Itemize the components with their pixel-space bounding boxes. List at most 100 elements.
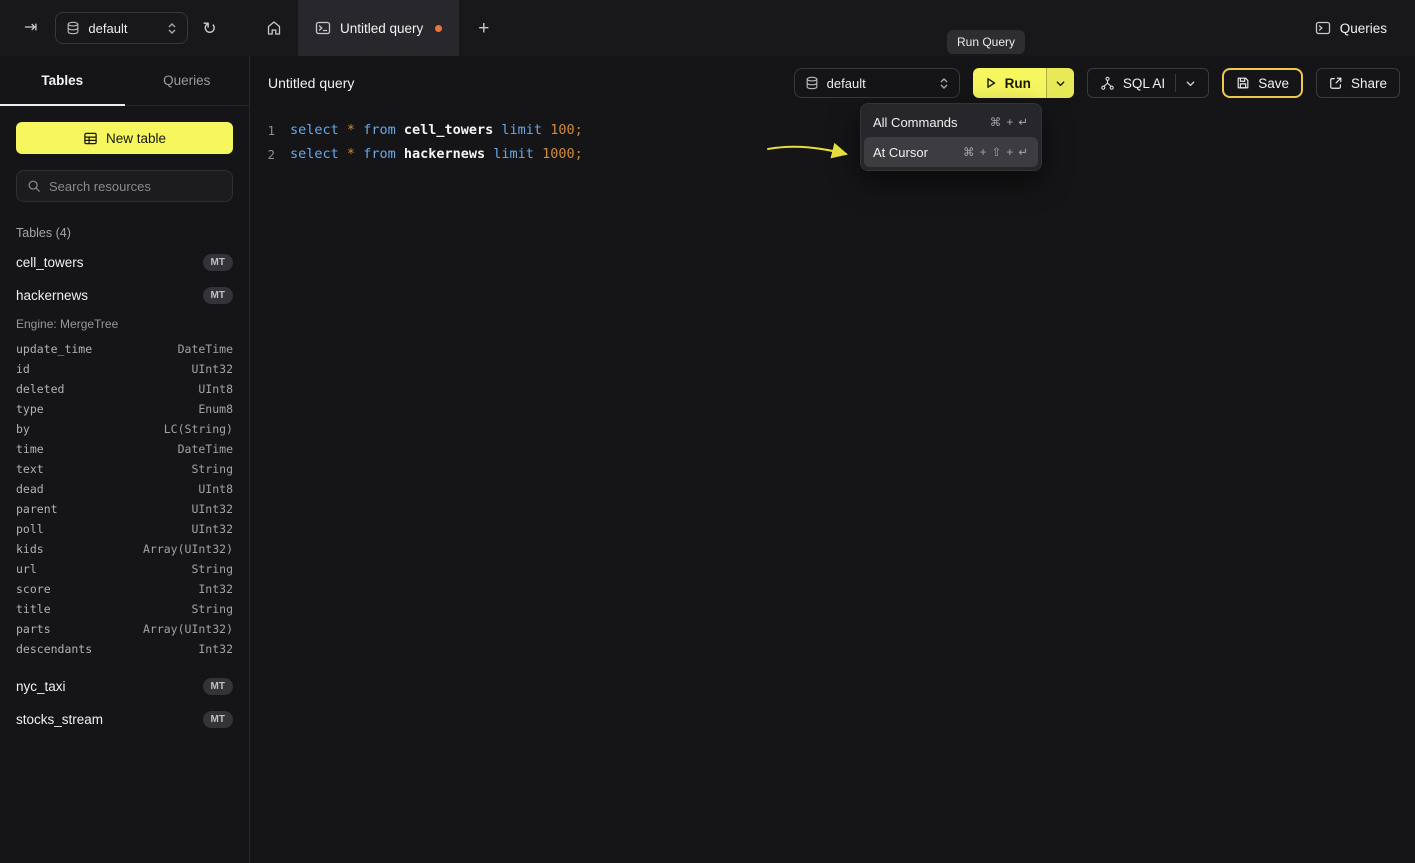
unsaved-dot <box>435 25 442 32</box>
column-type: Array(UInt32) <box>143 542 233 556</box>
column-name: deleted <box>16 382 64 396</box>
query-header: Untitled query default <box>250 56 1415 110</box>
tables-section-title: Tables (4) <box>16 226 233 240</box>
menu-item-shortcut: ⌘ + ⇧ + ↵ <box>963 145 1029 159</box>
refresh-icon: ↻ <box>202 20 216 37</box>
topbar: ⇥ default ↻ Unti <box>0 0 1415 56</box>
save-button[interactable]: Save <box>1222 68 1303 98</box>
column-name: descendants <box>16 642 92 656</box>
queries-icon <box>1315 20 1331 36</box>
share-button-label: Share <box>1351 76 1387 91</box>
chevron-down-icon <box>1185 78 1196 89</box>
run-menu-item[interactable]: At Cursor ⌘ + ⇧ + ↵ <box>864 137 1038 167</box>
topbar-left-controls: ⇥ default ↻ <box>0 12 250 44</box>
refresh-button[interactable]: ↻ <box>198 16 220 41</box>
menu-item-shortcut: ⌘ + ↵ <box>990 115 1029 129</box>
query-tab-icon <box>315 20 331 36</box>
column-name: url <box>16 562 37 576</box>
search-box <box>16 170 233 202</box>
table-list: cell_towersMThackernewsMTEngine: MergeTr… <box>16 246 233 736</box>
tab-untitled-query[interactable]: Untitled query <box>298 0 459 56</box>
database-selector-value: default <box>88 21 159 36</box>
column-name: title <box>16 602 51 616</box>
sql-ai-options[interactable] <box>1175 74 1196 92</box>
sql-editor[interactable]: 1select * from cell_towers limit 100;2se… <box>250 110 1415 863</box>
column-type: String <box>191 602 233 616</box>
column-name: update_time <box>16 342 92 356</box>
column-type: LC(String) <box>164 422 233 436</box>
menu-item-label: All Commands <box>873 115 958 130</box>
new-table-label: New table <box>106 131 166 146</box>
column-type: String <box>191 462 233 476</box>
run-split-button: Run <box>973 68 1074 98</box>
home-tab[interactable] <box>250 0 298 56</box>
column-row: typeEnum8 <box>16 399 233 419</box>
column-type: Array(UInt32) <box>143 622 233 636</box>
database-selector-value: default <box>827 76 931 91</box>
queries-button-label: Queries <box>1340 21 1387 36</box>
sidebar-tab-tables[interactable]: Tables <box>0 56 125 105</box>
updown-icon <box>167 22 177 35</box>
new-tab-button[interactable]: + <box>459 0 508 56</box>
column-row: title String <box>16 599 233 619</box>
new-table-button[interactable]: New table <box>16 122 233 154</box>
sql-ai-button[interactable]: SQL AI <box>1087 68 1209 98</box>
editor-lines: 1select * from cell_towers limit 100;2se… <box>250 118 1415 166</box>
run-menu-item[interactable]: All Commands ⌘ + ↵ <box>864 107 1038 137</box>
column-name: parts <box>16 622 51 636</box>
column-row: kidsArray(UInt32) <box>16 539 233 559</box>
column-row: by LC(String) <box>16 419 233 439</box>
queries-button[interactable]: Queries <box>1315 20 1387 36</box>
line-number: 1 <box>257 123 275 138</box>
engine-badge: MT <box>203 711 233 728</box>
plus-icon: + <box>478 19 489 38</box>
topbar-database-selector[interactable]: default <box>55 12 188 44</box>
column-row: idUInt32 <box>16 359 233 379</box>
table-row[interactable]: cell_towersMT <box>16 246 233 279</box>
column-type: Int32 <box>198 642 233 656</box>
main-database-selector[interactable]: default <box>794 68 960 98</box>
share-button[interactable]: Share <box>1316 68 1400 98</box>
column-row: timeDateTime <box>16 439 233 459</box>
table-icon <box>83 131 98 146</box>
column-row: deleted UInt8 <box>16 379 233 399</box>
updown-icon <box>939 77 949 90</box>
menu-item-label: At Cursor <box>873 145 928 160</box>
table-row[interactable]: stocks_stream MT <box>16 703 233 736</box>
column-name: poll <box>16 522 44 536</box>
sidebar-tabs: Tables Queries <box>0 56 249 106</box>
column-row: descendants Int32 <box>16 639 233 659</box>
engine-badge: MT <box>203 254 233 271</box>
code-text: select * from cell_towers limit 100; <box>290 122 583 138</box>
main-panel: Untitled query default <box>250 56 1415 863</box>
engine-badge: MT <box>203 678 233 695</box>
search-input[interactable] <box>49 179 222 194</box>
column-row: textString <box>16 459 233 479</box>
column-type: UInt8 <box>198 382 233 396</box>
run-options-button[interactable] <box>1046 68 1074 98</box>
column-name: score <box>16 582 51 596</box>
table-name: stocks_stream <box>16 712 103 727</box>
home-icon <box>266 20 282 36</box>
column-type: UInt32 <box>191 362 233 376</box>
sidebar-tab-queries[interactable]: Queries <box>125 56 250 105</box>
column-name: parent <box>16 502 58 516</box>
column-row: urlString <box>16 559 233 579</box>
run-button[interactable]: Run <box>973 68 1046 98</box>
tab-label: Untitled query <box>340 21 423 36</box>
column-type: UInt32 <box>191 502 233 516</box>
code-line: 1 select * from cell_towers limit 100; <box>250 118 1415 142</box>
table-row[interactable]: nyc_taxiMT <box>16 670 233 703</box>
chevron-down-icon <box>1055 78 1066 89</box>
sql-ai-icon <box>1100 76 1115 91</box>
share-icon <box>1329 76 1343 90</box>
column-name: by <box>16 422 30 436</box>
app-body: Tables Queries New table Tables (4) cell… <box>0 56 1415 863</box>
sidebar: Tables Queries New table Tables (4) cell… <box>0 56 250 863</box>
query-controls: default Run <box>794 68 1400 98</box>
engine-label: Engine: MergeTree <box>16 312 233 336</box>
table-row[interactable]: hackernewsMT <box>16 279 233 312</box>
run-menu: All Commands ⌘ + ↵ At Cursor ⌘ + ⇧ + ↵ <box>860 103 1042 171</box>
column-type: UInt32 <box>191 522 233 536</box>
collapse-sidebar-button[interactable]: ⇥ <box>20 16 41 40</box>
